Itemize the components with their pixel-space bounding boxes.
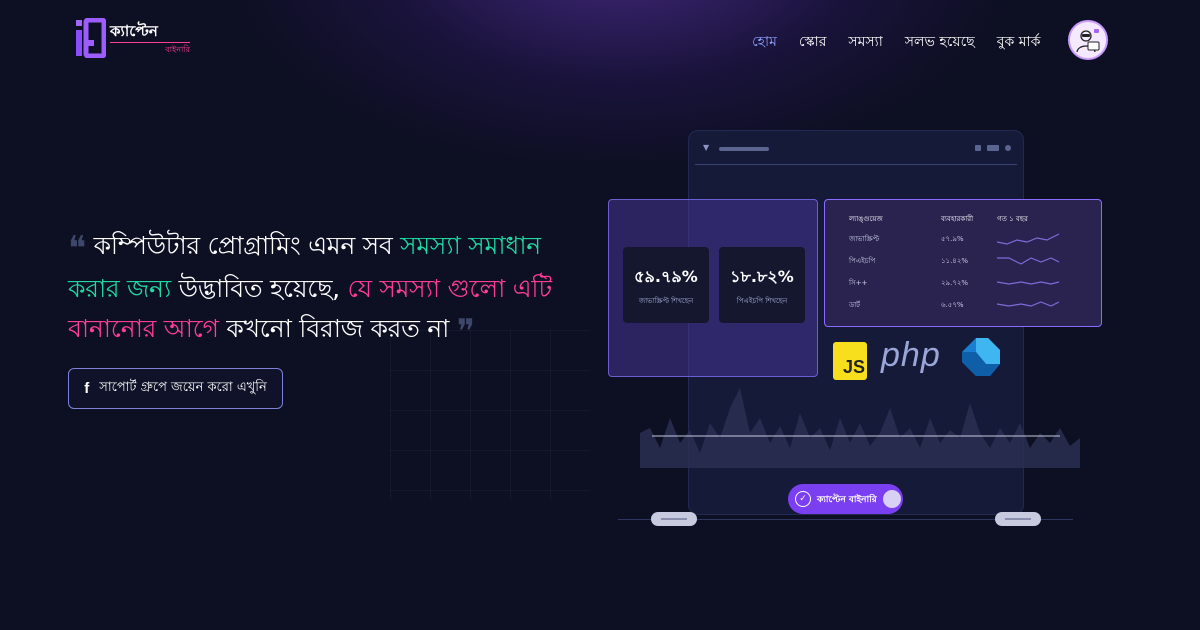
quote-text-3: কখনো বিরাজ করত না: [218, 314, 450, 343]
php-logo-icon: php: [881, 336, 941, 374]
table-header: ল্যাঙ্গুয়েজ ব্যবহারকারী গত ১ বছর: [849, 210, 1081, 228]
check-circle-icon: ✓: [795, 491, 811, 507]
row-value: ২৯.৭২%: [941, 279, 969, 287]
row-value: ১১.৪২%: [941, 257, 969, 265]
quote-close-icon: ❞: [456, 312, 475, 352]
minimize-icon: [975, 145, 981, 151]
stat-value: ৫৯.৭৯%: [634, 266, 698, 286]
javascript-logo-icon: JS: [833, 342, 867, 380]
nav-item-solved[interactable]: সলভ হয়েছে: [905, 30, 975, 54]
window-logo-icon: ▼: [703, 143, 710, 152]
user-avatar[interactable]: [1068, 20, 1108, 60]
background-grid: [390, 330, 590, 500]
stat-label: জাভাস্ক্রিপ্ট শিখছেন: [638, 296, 694, 305]
row-value: ৬.৫৭%: [941, 301, 964, 309]
dart-logo-icon: [962, 338, 1000, 376]
quote-text-2: উদ্ভাবিত হয়েছে,: [170, 274, 348, 303]
logo-mark-icon: [74, 17, 107, 59]
close-icon: [1005, 145, 1011, 151]
nav-item-score[interactable]: স্কোর: [799, 30, 827, 54]
column-header: ব্যবহারকারী: [941, 215, 974, 223]
row-value: ৫৭.৯%: [941, 235, 964, 243]
sparkline: [997, 233, 1059, 245]
sparkline: [997, 281, 1059, 285]
language-usage-table: ল্যাঙ্গুয়েজ ব্যবহারকারী গত ১ বছর জাভাস্…: [824, 199, 1102, 327]
waveform-graphic: [640, 388, 1080, 468]
stat-card-js: ৫৯.৭৯% জাভাস্ক্রিপ্ট শিখছেন: [623, 247, 709, 323]
maximize-icon: [987, 145, 999, 151]
row-language: পিএইচপি: [849, 257, 876, 265]
window-controls: [975, 145, 1011, 151]
window-titlebar: ▼: [695, 131, 1017, 165]
main-nav: হোম স্কোর সমস্যা সলভ হয়েছে বুক মার্ক: [752, 30, 1040, 54]
avatar-icon: [1076, 29, 1100, 53]
brand-tagline: বাইনারি: [110, 42, 190, 57]
slider-pill-left: [651, 512, 697, 526]
badge-logo-icon: [882, 490, 901, 508]
facebook-icon: f: [84, 380, 90, 397]
stat-label: পিএইচপি শিখছেন: [736, 296, 788, 305]
cta-label: সাপোর্ট গ্রুপে জয়েন করো এখুনি: [99, 380, 267, 395]
slider-pill-right: [995, 512, 1041, 526]
window-url-bar: [719, 147, 769, 151]
row-language: সি++: [849, 279, 868, 287]
row-language: ডার্ট: [849, 301, 860, 309]
column-header: ল্যাঙ্গুয়েজ: [849, 215, 883, 223]
sparkline: [997, 301, 1059, 307]
badge-label: ক্যাপ্টেন বাইনারি: [817, 494, 877, 505]
hero-quote: ❝ কম্পিউটার প্রোগ্রামিং এমন সব সমস্যা সম…: [68, 226, 588, 352]
stat-value: ১৮.৮২%: [730, 266, 794, 286]
table-row: ডার্ট ৬.৫৭%: [849, 294, 1081, 316]
brand-logo[interactable]: ক্যাপ্টেন বাইনারি: [74, 17, 194, 60]
stat-card-php: ১৮.৮২% পিএইচপি শিখছেন: [719, 247, 805, 323]
nav-item-bookmark[interactable]: বুক মার্ক: [997, 30, 1041, 54]
join-support-group-button[interactable]: f সাপোর্ট গ্রুপে জয়েন করো এখুনি: [68, 368, 283, 409]
column-header: গত ১ বছর: [997, 215, 1028, 223]
brand-name: ক্যাপ্টেন: [110, 22, 158, 40]
quote-open-icon: ❝: [68, 229, 86, 269]
row-language: জাভাস্ক্রিপ্ট: [849, 235, 880, 243]
stats-panel: ৫৯.৭৯% জাভাস্ক্রিপ্ট শিখছেন ১৮.৮২% পিএইচ…: [608, 199, 818, 377]
quote-text-1: কম্পিউটার প্রোগ্রামিং এমন সব: [93, 231, 401, 260]
nav-item-home[interactable]: হোম: [752, 30, 777, 54]
table-row: জাভাস্ক্রিপ্ট ৫৭.৯%: [849, 228, 1081, 250]
sparkline: [997, 257, 1059, 265]
nav-item-problems[interactable]: সমস্যা: [848, 30, 882, 54]
table-row: সি++ ২৯.৭২%: [849, 272, 1081, 294]
table-row: পিএইচপি ১১.৪২%: [849, 250, 1081, 272]
captain-binary-badge: ✓ ক্যাপ্টেন বাইনারি: [788, 484, 903, 514]
